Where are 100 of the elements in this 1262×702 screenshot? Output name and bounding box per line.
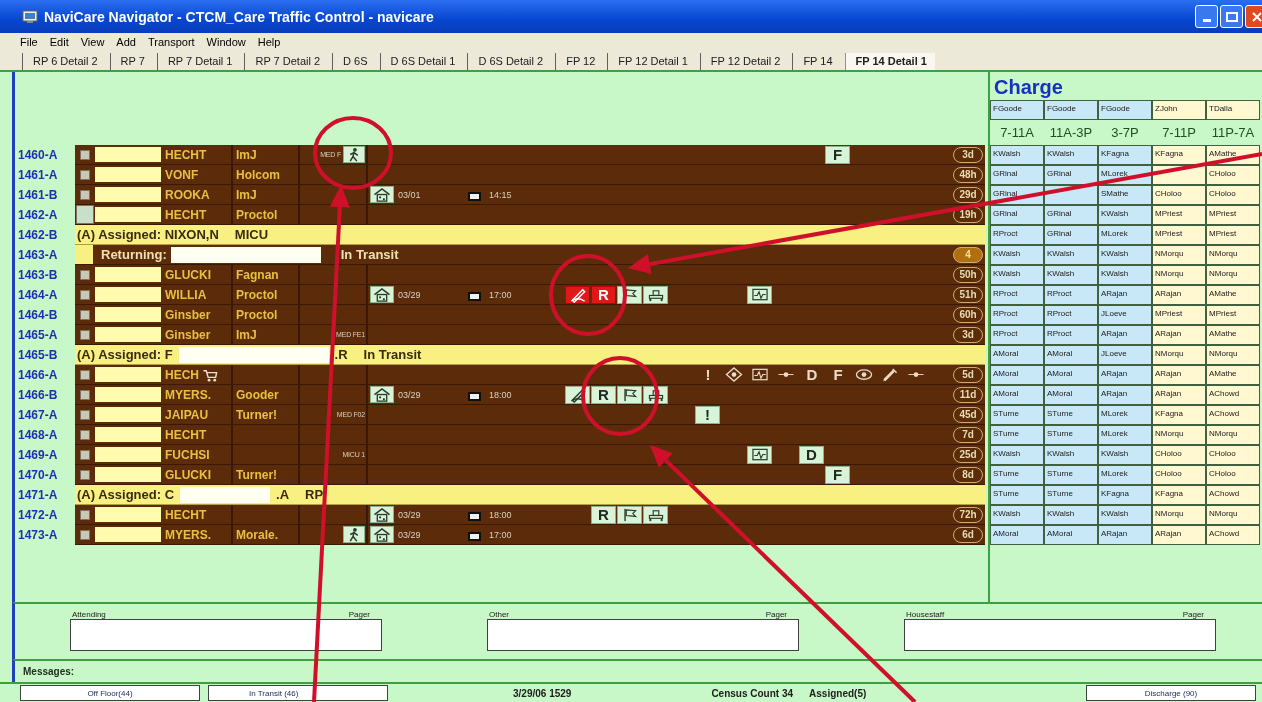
bed-label[interactable]: 1462-A <box>15 205 75 225</box>
bed-label[interactable]: 1467-A <box>15 405 75 425</box>
status-button[interactable]: In Transit (46) <box>208 685 388 701</box>
bed-label[interactable]: 1472-A <box>15 505 75 525</box>
chart-icon[interactable] <box>80 149 90 160</box>
input-field[interactable] <box>487 619 799 651</box>
status-letter: F <box>825 465 850 484</box>
banner-text: (A) Assigned: F <box>77 347 173 362</box>
status-button[interactable]: Discharge (90) <box>1086 685 1256 701</box>
service-name: Proctol <box>236 207 278 222</box>
doctor-name: HECHT <box>165 147 207 162</box>
name-field <box>95 527 161 542</box>
tab[interactable]: D 6S Detail 1 <box>379 53 464 70</box>
tab[interactable]: FP 14 <box>792 53 841 70</box>
chart-icon[interactable] <box>80 389 90 400</box>
bed-label[interactable]: 1471-A <box>15 485 75 505</box>
menu-item[interactable]: Edit <box>49 35 69 48</box>
tab[interactable]: RP 7 <box>109 53 153 70</box>
chart-icon[interactable] <box>80 529 90 540</box>
maximize-button[interactable] <box>1220 5 1243 28</box>
shift-label: 7-11P <box>1161 124 1197 142</box>
chart-icon[interactable] <box>76 205 94 224</box>
chart-icon[interactable] <box>80 429 90 440</box>
tab[interactable]: RP 6 Detail 2 <box>22 53 106 70</box>
shift-label: 11A-3P <box>1048 124 1094 142</box>
status-letter: ! <box>695 405 720 424</box>
nurse-cell: KWalsh <box>990 145 1044 165</box>
app-icon <box>22 9 38 24</box>
nurse-cell: CHoloo <box>1206 185 1260 205</box>
nurse-cell: NMorqu <box>1152 245 1206 265</box>
nurse-cell: KWalsh <box>990 445 1044 465</box>
tab[interactable]: FP 12 <box>555 53 604 70</box>
banner-text: RP <box>305 487 324 502</box>
bed-label[interactable]: 1468-A <box>15 425 75 445</box>
transport-date: 03/29 <box>398 529 422 540</box>
bed-label[interactable]: 1460-A <box>15 145 75 165</box>
status-letter: F <box>825 145 850 164</box>
menu-item[interactable]: Window <box>206 35 246 48</box>
bed-label[interactable]: 1463-B <box>15 265 75 285</box>
tab[interactable]: RP 7 Detail 1 <box>156 53 241 70</box>
bed-label[interactable]: 1463-A <box>15 245 75 265</box>
close-button[interactable] <box>1245 5 1262 28</box>
menu-item[interactable]: File <box>20 35 38 48</box>
tab[interactable]: FP 12 Detail 2 <box>699 53 789 70</box>
chart-icon[interactable] <box>80 409 90 420</box>
bed-label[interactable]: 1470-A <box>15 465 75 485</box>
chart-icon[interactable] <box>80 449 90 460</box>
bed-label[interactable]: 1469-A <box>15 445 75 465</box>
chart-icon[interactable] <box>80 269 90 280</box>
chart-icon[interactable] <box>80 169 90 180</box>
bed-label[interactable]: 1465-A <box>15 325 75 345</box>
bed-label[interactable]: 1466-A <box>15 365 75 385</box>
status-button[interactable]: Off Floor(44) <box>20 685 200 701</box>
doctor-name: FUCHSI <box>165 447 210 462</box>
chart-icon[interactable] <box>80 369 90 380</box>
close-icon <box>1251 11 1262 22</box>
status-letter: R <box>591 385 616 404</box>
menu-item[interactable]: View <box>80 35 105 48</box>
field-label: Attending <box>72 610 106 619</box>
input-field[interactable] <box>70 619 382 651</box>
duration-badge: 4 <box>953 246 983 263</box>
chart-icon[interactable] <box>80 329 90 340</box>
status-letter: R <box>591 285 616 304</box>
menu-item[interactable]: Add <box>116 35 136 48</box>
charge-lead: TDalla <box>1206 100 1260 120</box>
tab[interactable]: FP 12 Detail 1 <box>607 53 696 70</box>
chart-icon[interactable] <box>80 509 90 520</box>
bed-label[interactable]: 1461-A <box>15 165 75 185</box>
bed-label[interactable]: 1473-A <box>15 525 75 545</box>
bed-label[interactable]: 1466-B <box>15 385 75 405</box>
bed-label[interactable]: 1464-A <box>15 285 75 305</box>
house-icon <box>370 506 394 523</box>
input-field[interactable] <box>904 619 1216 651</box>
nurse-cell: AChowd <box>1206 485 1260 505</box>
name-field <box>95 387 161 402</box>
charge-lead: FGoode <box>1098 100 1152 120</box>
chart-icon[interactable] <box>80 189 90 200</box>
bed-label[interactable]: 1462-B <box>15 225 75 245</box>
minimize-button[interactable] <box>1195 5 1218 28</box>
tab[interactable]: RP 7 Detail 2 <box>244 53 329 70</box>
chart-icon[interactable] <box>80 289 90 300</box>
service-name: ImJ <box>236 327 257 342</box>
tab[interactable]: FP 14 Detail 1 <box>844 53 935 70</box>
tag-icon <box>468 192 481 201</box>
chart-icon[interactable] <box>80 309 90 320</box>
service-name: ImJ <box>236 147 257 162</box>
nurse-cell: STurne <box>990 465 1044 485</box>
nurse-cell: ARajan <box>1152 525 1206 545</box>
bed-label[interactable]: 1465-B <box>15 345 75 365</box>
menu-item[interactable]: Transport <box>147 35 195 48</box>
nurse-cell: MPriest <box>1152 225 1206 245</box>
service-name: Proctol <box>236 307 278 322</box>
tab[interactable]: D 6S <box>332 53 376 70</box>
bed-label[interactable]: 1464-B <box>15 305 75 325</box>
nurse-cell: ARajan <box>1152 285 1206 305</box>
bed-label[interactable]: 1461-B <box>15 185 75 205</box>
chart-icon[interactable] <box>80 469 90 480</box>
menu-item[interactable]: Help <box>257 35 281 48</box>
field-label: Pager <box>348 610 370 619</box>
tab[interactable]: D 6S Detail 2 <box>467 53 552 70</box>
